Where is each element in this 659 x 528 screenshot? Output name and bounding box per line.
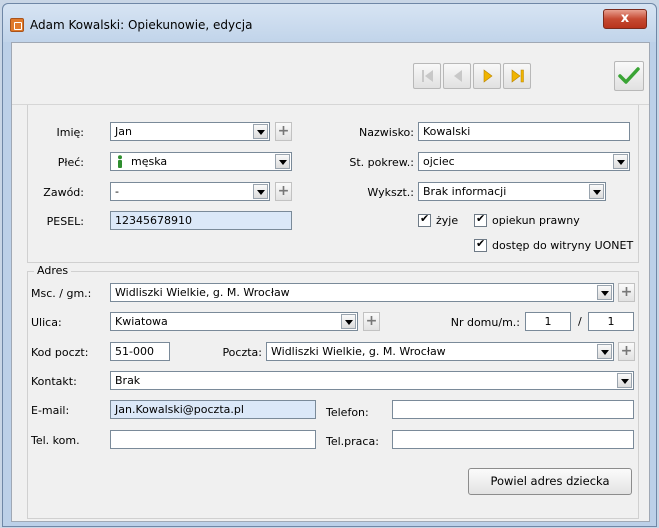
nazwisko-label: Nazwisko: [359,126,414,139]
dostep-label: dostęp do witryny UONET [492,239,634,252]
dialog-client-area: Imię: Jan + Nazwisko: Kowalski Płeć: męs… [11,42,650,522]
app-icon [10,18,24,32]
imie-add-button[interactable]: + [275,122,292,141]
last-record-button[interactable] [503,63,531,89]
plec-combobox[interactable]: męska [110,152,292,171]
msc-value: Widliszki Wielkie, g. M. Wrocław [115,286,290,299]
kod-label: Kod poczt: [31,346,89,359]
zawod-add-button[interactable]: + [275,182,292,201]
kontakt-label: Kontakt: [31,375,77,388]
telpraca-input[interactable] [392,430,634,449]
close-button[interactable]: x [603,9,647,29]
zawod-combobox[interactable]: - [110,182,270,201]
pokrew-combobox[interactable]: ojciec [418,152,630,171]
imie-combobox[interactable]: Jan [110,122,270,141]
nazwisko-input[interactable]: Kowalski [418,122,630,141]
imie-value: Jan [115,125,132,138]
email-label: E-mail: [31,404,70,417]
chevron-down-icon[interactable] [617,373,632,388]
dialog-window: Adam Kowalski: Opiekunowie, edycja x Imi… [2,3,657,527]
next-record-button[interactable] [473,63,501,89]
plec-value: męska [131,155,168,168]
person-panel: Imię: Jan + Nazwisko: Kowalski Płeć: męs… [27,105,639,263]
window-title: Adam Kowalski: Opiekunowie, edycja [30,18,253,32]
title-bar: Adam Kowalski: Opiekunowie, edycja x [3,4,656,42]
nrdomu-input[interactable]: 1 [525,312,571,331]
confirm-button[interactable] [614,61,644,91]
telkom-label: Tel. kom. [31,434,80,447]
chevron-down-icon[interactable] [597,344,612,359]
nrdomu-label: Nr domu/m.: [450,316,520,329]
email-input[interactable]: Jan.Kowalski@poczta.pl [110,400,316,419]
opiekun-label: opiekun prawny [492,214,580,227]
msc-combobox[interactable]: Widliszki Wielkie, g. M. Wrocław [110,283,614,302]
chevron-down-icon[interactable] [253,184,268,199]
ulica-add-button[interactable]: + [363,312,380,331]
person-icon [116,155,124,170]
copy-child-address-button[interactable]: Powiel adres dziecka [468,468,632,495]
msc-add-button[interactable]: + [618,283,635,302]
zyje-label: żyje [436,214,459,227]
poczta-combobox[interactable]: Widliszki Wielkie, g. M. Wrocław [266,342,614,361]
chevron-down-icon[interactable] [613,154,628,169]
msc-label: Msc. / gm.: [31,287,92,300]
kontakt-combobox[interactable]: Brak [110,371,634,390]
pesel-input[interactable]: 12345678910 [110,211,292,230]
pesel-label: PESEL: [46,215,84,228]
chevron-down-icon[interactable] [275,154,290,169]
address-legend: Adres [34,264,72,277]
kontakt-value: Brak [115,374,141,387]
zawod-value: - [115,185,119,198]
zawod-label: Zawód: [43,186,84,199]
ulica-combobox[interactable]: Kwiatowa [110,312,358,331]
kod-input[interactable]: 51-000 [110,342,170,361]
pokrew-value: ojciec [423,155,455,168]
nrmieszk-input[interactable]: 1 [588,312,634,331]
pokrew-label: St. pokrew.: [349,156,414,169]
chevron-down-icon[interactable] [341,314,356,329]
poczta-value: Widliszki Wielkie, g. M. Wrocław [271,345,446,358]
poczta-label: Poczta: [222,346,262,359]
zyje-checkbox[interactable] [418,212,431,227]
wyksz-combobox[interactable]: Brak informacji [418,182,606,201]
telkom-input[interactable] [110,430,316,449]
chevron-down-icon[interactable] [253,124,268,139]
dostep-checkbox[interactable] [474,237,487,252]
ulica-value: Kwiatowa [115,315,168,328]
telefon-label: Telefon: [326,406,369,419]
wyksz-value: Brak informacji [423,185,507,198]
plec-label: Płeć: [57,156,84,169]
opiekun-checkbox[interactable] [474,212,487,227]
nr-separator: / [578,315,582,328]
prev-record-button[interactable] [443,63,471,89]
wyksz-label: Wykszt.: [367,186,414,199]
address-group: Adres Msc. / gm.: Widliszki Wielkie, g. … [27,264,639,519]
imie-label: Imię: [56,126,85,139]
chevron-down-icon[interactable] [597,285,612,300]
toolbar [12,43,649,105]
poczta-add-button[interactable]: + [618,342,635,361]
telefon-input[interactable] [392,400,634,419]
first-record-button[interactable] [413,63,441,89]
chevron-down-icon[interactable] [589,184,604,199]
telpraca-label: Tel.praca: [326,435,379,448]
ulica-label: Ulica: [31,316,62,329]
